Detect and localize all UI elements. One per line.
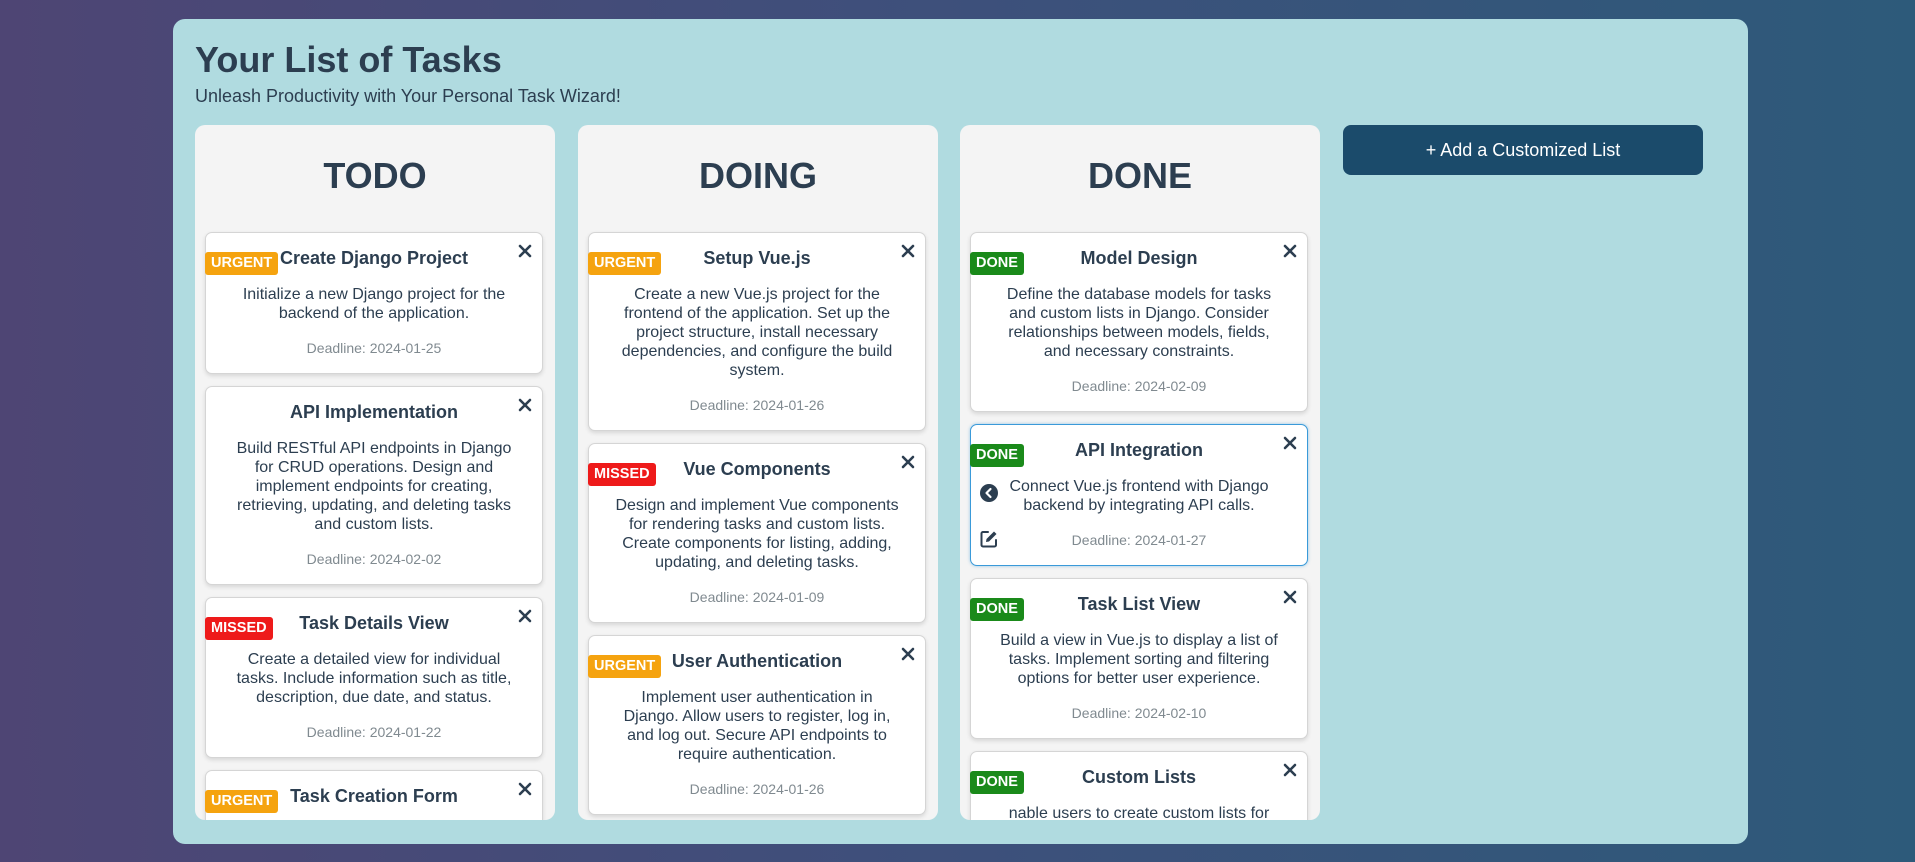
column-done: DONE DONE Model Design Define the databa… bbox=[960, 125, 1320, 820]
task-card[interactable]: MISSED Task Details View Create a detail… bbox=[205, 597, 543, 758]
task-title: Task List View bbox=[1077, 594, 1201, 614]
status-badge: DONE bbox=[970, 252, 1024, 275]
close-icon[interactable] bbox=[1282, 435, 1298, 451]
task-description: Design and implement Vue components for … bbox=[615, 497, 899, 571]
page-title: Your List of Tasks bbox=[195, 39, 502, 80]
close-icon[interactable] bbox=[1282, 243, 1298, 259]
task-deadline: Deadline: 2024-01-27 bbox=[1071, 532, 1207, 548]
status-badge: DONE bbox=[970, 771, 1024, 794]
task-title: API Implementation bbox=[289, 402, 459, 422]
close-icon[interactable] bbox=[900, 646, 916, 662]
card-list: URGENT Setup Vue.js Create a new Vue.js … bbox=[588, 232, 928, 820]
status-badge: DONE bbox=[970, 444, 1024, 467]
status-badge: URGENT bbox=[205, 252, 279, 275]
task-title: Model Design bbox=[1080, 248, 1198, 268]
task-deadline: Deadline: 2024-02-02 bbox=[306, 551, 442, 567]
task-card[interactable]: DONE Model Design Define the database mo… bbox=[970, 232, 1308, 412]
task-description: Implement user authentication in Django.… bbox=[623, 689, 891, 763]
task-description: Connect Vue.js frontend with Django back… bbox=[1009, 478, 1269, 514]
task-card[interactable]: MISSED Vue Components Design and impleme… bbox=[588, 443, 926, 623]
page-subtitle: Unleash Productivity with Your Personal … bbox=[195, 86, 621, 106]
task-description: nable users to create custom lists for bbox=[1008, 805, 1270, 820]
close-icon[interactable] bbox=[900, 454, 916, 470]
close-icon[interactable] bbox=[900, 243, 916, 259]
task-description: Create a detailed view for individual ta… bbox=[236, 651, 512, 706]
task-deadline: Deadline: 2024-01-25 bbox=[306, 340, 442, 356]
close-icon[interactable] bbox=[517, 243, 533, 259]
close-icon[interactable] bbox=[517, 397, 533, 413]
status-badge: URGENT bbox=[588, 252, 662, 275]
task-deadline: Deadline: 2024-01-09 bbox=[689, 589, 825, 605]
task-description: Define the database models for tasks and… bbox=[1006, 286, 1272, 360]
add-custom-list-button[interactable]: + Add a Customized List bbox=[1343, 125, 1703, 175]
task-deadline: Deadline: 2024-02-09 bbox=[1071, 378, 1207, 394]
column-title: DOING bbox=[698, 155, 817, 196]
close-icon[interactable] bbox=[517, 608, 533, 624]
task-deadline: Deadline: 2024-01-26 bbox=[689, 781, 825, 797]
task-card[interactable]: URGENT User Authentication Implement use… bbox=[588, 635, 926, 815]
column-doing: DOING URGENT Setup Vue.js Create a new V… bbox=[578, 125, 938, 820]
task-deadline: Deadline: 2024-02-10 bbox=[1071, 705, 1207, 721]
column-todo: TODO URGENT Create Django Project Initia… bbox=[195, 125, 555, 820]
task-title: API Integration bbox=[1074, 440, 1203, 460]
task-card-selected[interactable]: DONE API Integration Connect Vue.js fron… bbox=[970, 424, 1308, 566]
column-title: DONE bbox=[1087, 155, 1192, 196]
task-card[interactable]: URGENT Setup Vue.js Create a new Vue.js … bbox=[588, 232, 926, 431]
chevron-left-icon[interactable] bbox=[979, 483, 999, 503]
task-card[interactable]: URGENT Task Creation Form bbox=[205, 770, 543, 820]
task-description: Build a view in Vue.js to display a list… bbox=[1000, 632, 1278, 687]
board-panel: Your List of Tasks Unleash Productivity … bbox=[173, 19, 1748, 844]
status-badge: URGENT bbox=[205, 790, 279, 813]
task-card[interactable]: DONE Custom Lists nable users to create … bbox=[970, 751, 1308, 820]
task-card[interactable]: DONE Task List View Build a view in Vue.… bbox=[970, 578, 1308, 739]
task-card[interactable]: URGENT Create Django Project Initialize … bbox=[205, 232, 543, 374]
card-list: DONE Model Design Define the database mo… bbox=[970, 232, 1310, 820]
close-icon[interactable] bbox=[1282, 589, 1298, 605]
status-badge: URGENT bbox=[588, 655, 662, 678]
column-title: TODO bbox=[323, 155, 427, 196]
close-icon[interactable] bbox=[517, 781, 533, 797]
status-badge: MISSED bbox=[588, 463, 656, 486]
task-description: Create a new Vue.js project for the fron… bbox=[621, 286, 893, 379]
edit-icon[interactable] bbox=[979, 529, 999, 549]
task-deadline: Deadline: 2024-01-22 bbox=[306, 724, 442, 740]
task-title: Custom Lists bbox=[1081, 767, 1196, 787]
close-icon[interactable] bbox=[1282, 762, 1298, 778]
status-badge: DONE bbox=[970, 598, 1024, 621]
card-list: URGENT Create Django Project Initialize … bbox=[205, 232, 545, 820]
task-card[interactable]: API Implementation Build RESTful API end… bbox=[205, 386, 543, 585]
task-description: Initialize a new Django project for the … bbox=[242, 286, 506, 322]
task-deadline: Deadline: 2024-01-26 bbox=[689, 397, 825, 413]
task-description: Build RESTful API endpoints in Django fo… bbox=[236, 440, 512, 533]
status-badge: MISSED bbox=[205, 617, 273, 640]
